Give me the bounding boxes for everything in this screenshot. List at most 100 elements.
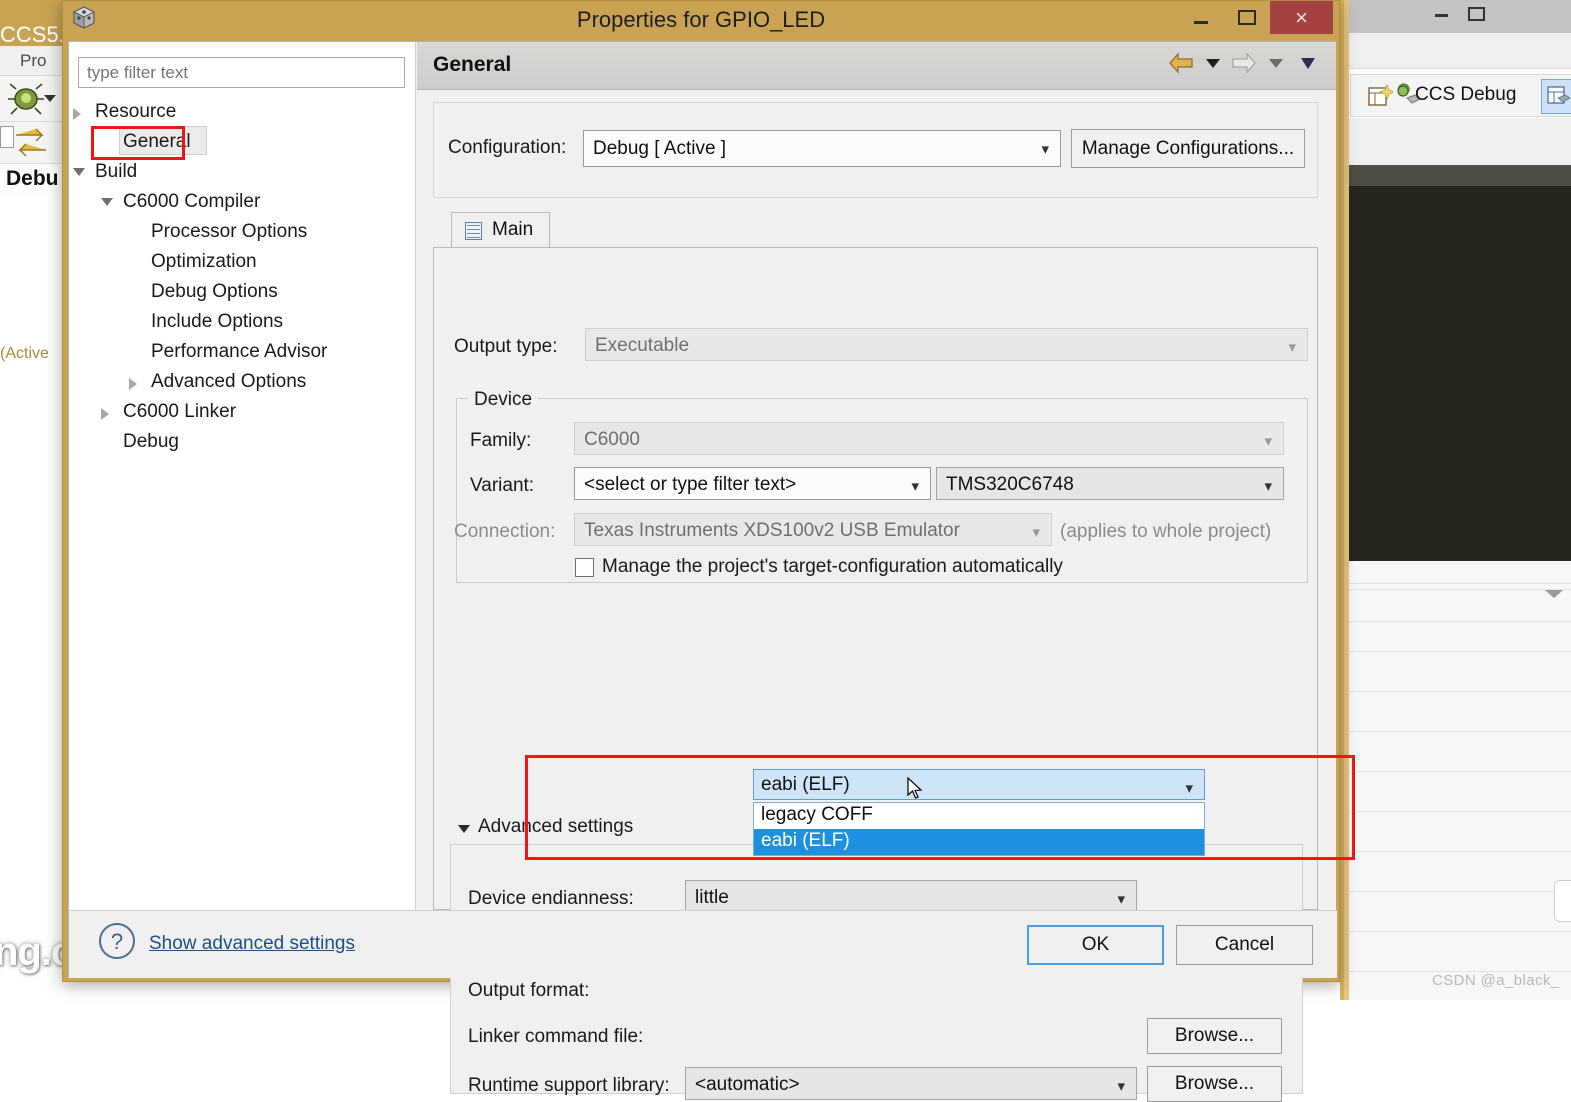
tree-item-label: General xyxy=(123,131,191,153)
tree-item-build[interactable]: Build xyxy=(69,158,416,188)
tree-item-advanced-options[interactable]: Advanced Options xyxy=(69,368,416,398)
output-format-dropdown-list[interactable]: legacy COFFeabi (ELF) xyxy=(753,802,1205,856)
background-menu-bar: Pro xyxy=(0,46,62,76)
tree-twisty-collapsed-icon[interactable] xyxy=(101,408,109,420)
manage-target-checkbox[interactable] xyxy=(575,558,594,577)
linker-command-file-browse-button[interactable]: Browse... xyxy=(1147,1018,1282,1054)
dialog-maximize-button[interactable] xyxy=(1224,1,1270,34)
page-navigation-group xyxy=(1168,52,1322,80)
background-right-titlebar xyxy=(1340,0,1571,33)
background-tooltip-bubble xyxy=(1554,880,1571,922)
tree-item-debug[interactable]: Debug xyxy=(69,428,416,458)
show-advanced-settings-link[interactable]: Show advanced settings xyxy=(149,933,355,955)
main-tab-icon xyxy=(465,222,482,240)
tab-bar: Main xyxy=(433,212,1318,248)
background-bottom-panel xyxy=(1348,561,1571,1000)
runtime-support-library-select[interactable]: <automatic> ▾ xyxy=(685,1067,1137,1100)
tree-item-c6000-compiler[interactable]: C6000 Compiler xyxy=(69,188,416,218)
output-format-option[interactable]: eabi (ELF) xyxy=(754,829,1204,855)
advanced-settings-toggle[interactable]: Advanced settings xyxy=(454,816,633,838)
runtime-support-library-label: Runtime support library: xyxy=(468,1075,670,1097)
arrow-right-icon[interactable] xyxy=(1231,52,1257,74)
background-active-label: (Active xyxy=(0,345,49,363)
triangle-down-icon xyxy=(458,825,470,833)
background-debug-label: Debu xyxy=(6,167,59,191)
background-menu-item-project[interactable]: Pro xyxy=(20,51,46,71)
dialog-titlebar[interactable]: Properties for GPIO_LED × xyxy=(63,1,1339,41)
bug-dropdown-caret-icon[interactable] xyxy=(44,95,56,102)
back-history-caret-icon[interactable] xyxy=(1206,59,1220,68)
configuration-panel: Configuration: Debug [ Active ] ▾ Manage… xyxy=(433,102,1318,198)
tab-main[interactable]: Main xyxy=(451,212,550,248)
tree-item-debug-options[interactable]: Debug Options xyxy=(69,278,416,308)
tree-item-label: Optimization xyxy=(151,251,257,273)
connection-note: (applies to whole project) xyxy=(1060,521,1271,543)
tree-item-c6000-linker[interactable]: C6000 Linker xyxy=(69,398,416,428)
runtime-support-library-value: <automatic> xyxy=(695,1074,800,1096)
ok-button[interactable]: OK xyxy=(1027,925,1164,965)
tree-item-processor-options[interactable]: Processor Options xyxy=(69,218,416,248)
edit-perspective-icon xyxy=(1546,84,1571,110)
tree-item-label: Debug Options xyxy=(151,281,278,303)
tree-item-label: Build xyxy=(95,161,137,183)
background-right-menu xyxy=(1340,33,1571,69)
tree-item-include-options[interactable]: Include Options xyxy=(69,308,416,338)
settings-tree-panel: Resource General Build C6000 Compiler Proces… xyxy=(69,42,416,910)
background-toolbar-row-2 xyxy=(0,122,62,164)
page-menu-caret-icon[interactable] xyxy=(1301,58,1315,69)
variant-filter-select[interactable]: <select or type filter text> ▾ xyxy=(574,467,931,500)
tree-item-performance-advisor[interactable]: Performance Advisor xyxy=(69,338,416,368)
new-perspective-icon[interactable] xyxy=(1367,83,1393,109)
variant-filter-value: <select or type filter text> xyxy=(584,474,796,496)
connection-value: Texas Instruments XDS100v2 USB Emulator xyxy=(584,520,960,542)
dialog-minimize-button[interactable] xyxy=(1178,1,1224,34)
background-left-strip: CCS5.5) Pro Debu (Active xyxy=(0,0,62,1000)
tree-item-general[interactable]: General xyxy=(69,128,416,158)
tab-main-label: Main xyxy=(492,219,533,240)
tree-item-label: Include Options xyxy=(151,311,283,333)
configuration-value: Debug [ Active ] xyxy=(593,138,726,160)
ide-maximize-icon[interactable] xyxy=(1468,7,1485,21)
dialog-title: Properties for GPIO_LED xyxy=(63,7,1339,33)
runtime-support-library-browse-button[interactable]: Browse... xyxy=(1147,1066,1282,1102)
perspective-toolbar: CCS Debug xyxy=(1350,74,1571,117)
chevron-down-icon: ▾ xyxy=(1117,894,1125,904)
background-toolbar-button[interactable] xyxy=(0,126,14,148)
variant-select[interactable]: TMS320C6748 ▾ xyxy=(936,467,1284,500)
tree-twisty-expanded-icon[interactable] xyxy=(73,168,85,176)
background-debug-tab[interactable]: Debu xyxy=(0,164,62,196)
background-editor-dark xyxy=(1348,186,1571,561)
filter-input[interactable] xyxy=(78,57,405,88)
chevron-down-icon: ▾ xyxy=(1117,1081,1125,1091)
configuration-select[interactable]: Debug [ Active ] ▾ xyxy=(583,130,1061,167)
output-type-value: Executable xyxy=(595,335,689,357)
forward-history-caret-icon[interactable] xyxy=(1269,59,1283,68)
output-type-label: Output type: xyxy=(454,336,558,358)
tree-twisty-expanded-icon[interactable] xyxy=(101,198,113,206)
dialog-close-button[interactable]: × xyxy=(1270,1,1333,34)
perspective-selected-button[interactable] xyxy=(1541,79,1571,114)
settings-tree: Resource General Build C6000 Compiler Proces… xyxy=(69,98,416,458)
chevron-down-icon: ▾ xyxy=(1288,342,1296,352)
background-right-strip: CCS Debug xyxy=(1340,0,1571,1000)
connection-select: Texas Instruments XDS100v2 USB Emulator … xyxy=(574,513,1052,546)
manage-target-checkbox-label[interactable]: Manage the project's target-configuratio… xyxy=(602,556,1063,578)
tree-twisty-collapsed-icon[interactable] xyxy=(129,378,137,390)
tree-item-resource[interactable]: Resource xyxy=(69,98,416,128)
device-endianness-select[interactable]: little ▾ xyxy=(685,880,1137,913)
mouse-cursor-icon xyxy=(907,777,923,801)
tree-item-label: C6000 Compiler xyxy=(123,191,260,213)
manage-configurations-button[interactable]: Manage Configurations... xyxy=(1071,129,1305,168)
question-mark-icon[interactable]: ? xyxy=(99,923,135,959)
tree-twisty-collapsed-icon[interactable] xyxy=(73,108,81,120)
dialog-footer: ? Show advanced settings OK Cancel xyxy=(69,910,1337,978)
output-format-select[interactable]: eabi (ELF) ▾ xyxy=(753,769,1205,800)
ccs-debug-perspective-label[interactable]: CCS Debug xyxy=(1415,84,1516,106)
output-format-option[interactable]: legacy COFF xyxy=(754,803,1204,829)
arrow-left-icon[interactable] xyxy=(1168,52,1194,74)
collapse-triangle-icon[interactable] xyxy=(1545,590,1563,598)
cancel-button[interactable]: Cancel xyxy=(1176,925,1313,965)
ide-minimize-icon[interactable] xyxy=(1435,14,1448,17)
page-title: General xyxy=(433,53,511,77)
tree-item-optimization[interactable]: Optimization xyxy=(69,248,416,278)
